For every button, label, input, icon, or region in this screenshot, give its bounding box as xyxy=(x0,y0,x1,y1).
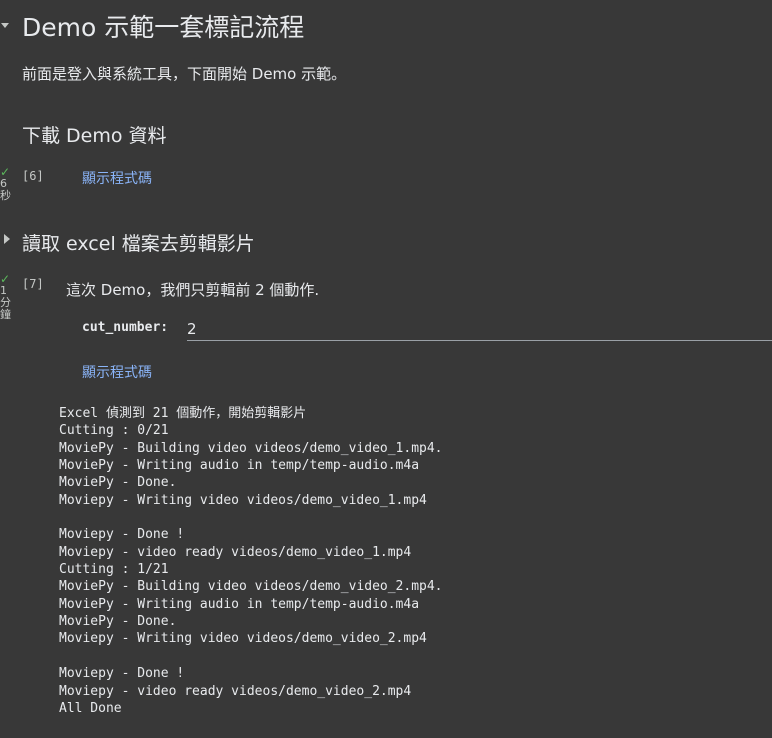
output-line: Moviepy - Writing video videos/demo_vide… xyxy=(59,631,427,647)
section-collapse-caret-icon[interactable] xyxy=(0,20,10,33)
cell6-exec-count: [6] xyxy=(22,169,44,183)
cell7-status: ✓ 1 分 鐘 xyxy=(0,273,16,321)
cut-number-input[interactable] xyxy=(187,318,772,341)
output-line: MoviePy - Done. xyxy=(59,475,177,491)
cell7-output: Excel 偵測到 21 個動作，開始剪輯影片 Cutting : 0/21 Mov… xyxy=(59,405,443,717)
cell6-run-time: 6 秒 xyxy=(0,177,11,202)
output-line: Moviepy - Done ! xyxy=(59,527,185,543)
cell7-run-time: 1 分 鐘 xyxy=(0,284,11,321)
output-line: Moviepy - video ready videos/demo_video_… xyxy=(59,544,412,560)
output-line: Excel 偵測到 21 個動作，開始剪輯影片 xyxy=(59,406,307,421)
section-expand-caret-icon[interactable] xyxy=(2,233,12,248)
output-line: Cutting : 0/21 xyxy=(59,423,169,439)
excel-heading[interactable]: 讀取 excel 檔案去剪輯影片 xyxy=(22,229,255,256)
download-heading: 下載 Demo 資料 xyxy=(22,125,167,147)
output-line: MoviePy - Writing audio in temp/temp-aud… xyxy=(59,596,420,612)
output-line: MoviePy - Building video videos/demo_vid… xyxy=(59,440,443,456)
output-line: All Done xyxy=(59,700,122,716)
cell7-exec-count: [7] xyxy=(22,277,44,291)
cell6-status: ✓ 6 秒 xyxy=(0,166,16,202)
section-title: Demo 示範一套標記流程 xyxy=(22,13,305,42)
cell6-show-code-link[interactable]: 顯示程式碼 xyxy=(82,168,152,188)
output-line: MoviePy - Writing audio in temp/temp-aud… xyxy=(59,458,420,474)
output-line: MoviePy - Building video videos/demo_vid… xyxy=(59,579,443,595)
cell7-show-code-link[interactable]: 顯示程式碼 xyxy=(82,362,152,382)
output-line: MoviePy - Done. xyxy=(59,614,177,630)
cell7-description: 這次 Demo，我們只剪輯前 2 個動作. xyxy=(66,281,320,299)
output-line: Moviepy - video ready videos/demo_video_… xyxy=(59,683,412,699)
cut-number-label: cut_number: xyxy=(82,320,169,335)
output-line: Moviepy - Writing video videos/demo_vide… xyxy=(59,492,427,508)
intro-text: 前面是登入與系統工具，下面開始 Demo 示範。 xyxy=(22,65,347,83)
output-line: Cutting : 1/21 xyxy=(59,562,169,578)
output-line: Moviepy - Done ! xyxy=(59,666,185,682)
